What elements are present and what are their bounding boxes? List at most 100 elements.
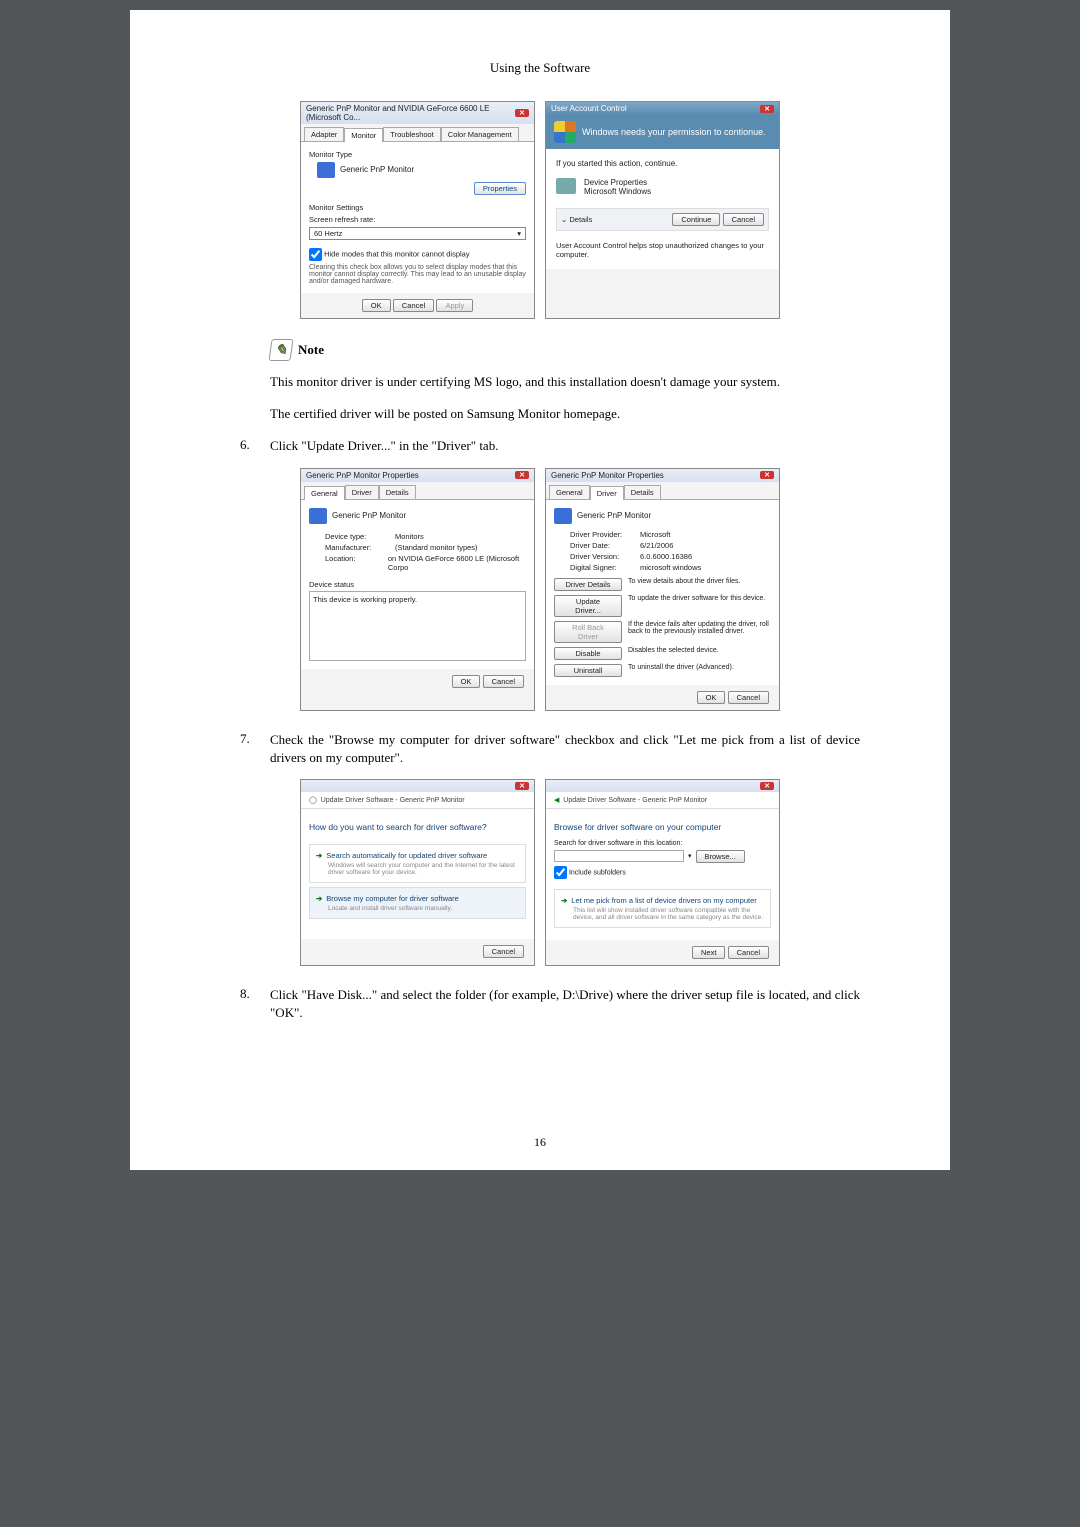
tab-general[interactable]: General	[304, 486, 345, 500]
wizard-heading: How do you want to search for driver sof…	[309, 817, 526, 840]
hide-modes-checkbox[interactable]	[309, 248, 322, 261]
cancel-button[interactable]: Cancel	[723, 213, 764, 226]
signer-value: microsoft windows	[640, 563, 701, 572]
driver-details-button[interactable]: Driver Details	[554, 578, 622, 591]
rollback-driver-desc: If the device fails after updating the d…	[628, 621, 771, 643]
properties-button[interactable]: Properties	[474, 182, 526, 195]
uac-dialog: User Account Control ✕ Windows needs you…	[545, 101, 780, 319]
tab-monitor[interactable]: Monitor	[344, 128, 383, 142]
monitor-type-label: Monitor Type	[309, 150, 526, 159]
step-text: Click "Have Disk..." and select the fold…	[270, 986, 860, 1022]
dialog-footer: Cancel	[301, 939, 534, 964]
tab-color-management[interactable]: Color Management	[441, 127, 519, 141]
browse-button[interactable]: Browse...	[696, 850, 745, 863]
monitor-properties-dialog: Generic PnP Monitor and NVIDIA GeForce 6…	[300, 101, 535, 319]
tab-adapter[interactable]: Adapter	[304, 127, 344, 141]
cancel-button[interactable]: Cancel	[728, 946, 769, 959]
page-header: Using the Software	[220, 60, 860, 76]
update-driver-button[interactable]: Update Driver...	[554, 595, 622, 617]
dialog-body: Generic PnP Monitor Device type:Monitors…	[301, 500, 534, 669]
hide-modes-desc: Clearing this check box allows you to se…	[309, 264, 526, 285]
version-value: 6.0.6000.16386	[640, 552, 692, 561]
update-driver-wizard-2: ✕ ◀ Update Driver Software - Generic PnP…	[545, 779, 780, 966]
close-icon[interactable]: ✕	[515, 471, 529, 479]
uninstall-button[interactable]: Uninstall	[554, 664, 622, 677]
uninstall-desc: To uninstall the driver (Advanced).	[628, 664, 771, 677]
step-number: 8.	[240, 986, 270, 1022]
option-label: Browse my computer for driver software	[326, 894, 459, 903]
cancel-button[interactable]: Cancel	[483, 675, 524, 688]
manufacturer-key: Manufacturer:	[325, 543, 395, 552]
cancel-button[interactable]: Cancel	[393, 299, 434, 312]
option-search-auto[interactable]: ➔Search automatically for updated driver…	[309, 844, 526, 883]
option-pick-from-list[interactable]: ➔ Let me pick from a list of device drive…	[554, 889, 771, 928]
device-properties-label: Device Properties	[584, 178, 651, 187]
continue-button[interactable]: Continue	[672, 213, 720, 226]
ok-button[interactable]: OK	[697, 691, 726, 704]
dialog-footer: Next Cancel	[546, 940, 779, 965]
tab-general[interactable]: General	[549, 485, 590, 499]
dialog-body: Monitor Type Generic PnP Monitor Propert…	[301, 142, 534, 293]
dialog-title: Generic PnP Monitor Properties	[306, 471, 419, 480]
tab-driver[interactable]: Driver	[590, 486, 624, 500]
dialog-footer: OK Cancel	[546, 685, 779, 710]
monitor-icon	[554, 508, 572, 524]
monitor-icon	[309, 508, 327, 524]
provider-value: Microsoft	[640, 530, 670, 539]
close-icon[interactable]: ✕	[515, 782, 529, 790]
details-toggle[interactable]: Details	[569, 215, 592, 224]
next-button[interactable]: Next	[692, 946, 725, 959]
cancel-button[interactable]: Cancel	[483, 945, 524, 958]
arrow-icon: ➔	[561, 896, 567, 905]
uac-started-text: If you started this action, continue.	[556, 159, 769, 168]
dialog-titlebar: Generic PnP Monitor Properties ✕	[301, 469, 534, 482]
uac-banner: Windows needs your permission to contion…	[546, 115, 779, 149]
dialog-title: Generic PnP Monitor and NVIDIA GeForce 6…	[306, 104, 515, 122]
device-name: Generic PnP Monitor	[577, 511, 651, 520]
device-type-key: Device type:	[325, 532, 395, 541]
device-status-box: This device is working properly.	[309, 591, 526, 661]
rollback-driver-button[interactable]: Roll Back Driver	[554, 621, 622, 643]
close-icon[interactable]: ✕	[515, 109, 529, 117]
hide-modes-label: Hide modes that this monitor cannot disp…	[324, 249, 470, 258]
monitor-name: Generic PnP Monitor	[340, 165, 414, 174]
chevron-down-icon[interactable]: ▾	[688, 852, 692, 860]
provider-key: Driver Provider:	[570, 530, 640, 539]
option-browse-computer[interactable]: ➔Browse my computer for driver software …	[309, 887, 526, 919]
disable-button[interactable]: Disable	[554, 647, 622, 660]
dialog-body: How do you want to search for driver sof…	[301, 809, 534, 939]
dialog-titlebar: User Account Control ✕	[546, 102, 779, 115]
tab-details[interactable]: Details	[379, 485, 416, 499]
option-label: Let me pick from a list of device driver…	[571, 896, 756, 905]
option-sub: This list will show installed driver sof…	[573, 907, 764, 921]
cancel-button[interactable]: Cancel	[728, 691, 769, 704]
option-sub: Windows will search your computer and th…	[328, 862, 519, 876]
close-icon[interactable]: ✕	[760, 105, 774, 113]
step-8: 8. Click "Have Disk..." and select the f…	[240, 986, 860, 1022]
dialog-titlebar: ✕	[301, 780, 534, 792]
close-icon[interactable]: ✕	[760, 782, 774, 790]
include-subfolders-checkbox[interactable]	[554, 866, 567, 879]
tab-troubleshoot[interactable]: Troubleshoot	[383, 127, 441, 141]
step-text: Check the "Browse my computer for driver…	[270, 731, 860, 767]
dialog-title: User Account Control	[551, 104, 627, 113]
note-icon: ✎	[268, 339, 293, 361]
arrow-icon: ➔	[316, 851, 322, 860]
uac-body: If you started this action, continue. De…	[546, 149, 779, 269]
tab-details[interactable]: Details	[624, 485, 661, 499]
shield-icon	[554, 121, 576, 143]
tab-driver[interactable]: Driver	[345, 485, 379, 499]
location-key: Location:	[325, 554, 388, 572]
apply-button[interactable]: Apply	[436, 299, 473, 312]
back-arrow-icon[interactable]: ◀	[554, 797, 559, 804]
refresh-rate-select[interactable]: 60 Hertz▾	[309, 227, 526, 240]
page-number: 16	[130, 1135, 950, 1150]
ok-button[interactable]: OK	[362, 299, 391, 312]
monitor-settings-label: Monitor Settings	[309, 203, 526, 212]
location-input[interactable]	[554, 850, 684, 862]
close-icon[interactable]: ✕	[760, 471, 774, 479]
ok-button[interactable]: OK	[452, 675, 481, 688]
disable-desc: Disables the selected device.	[628, 647, 771, 660]
breadcrumb: ◯ Update Driver Software - Generic PnP M…	[301, 792, 534, 809]
refresh-rate-label: Screen refresh rate:	[309, 215, 526, 224]
